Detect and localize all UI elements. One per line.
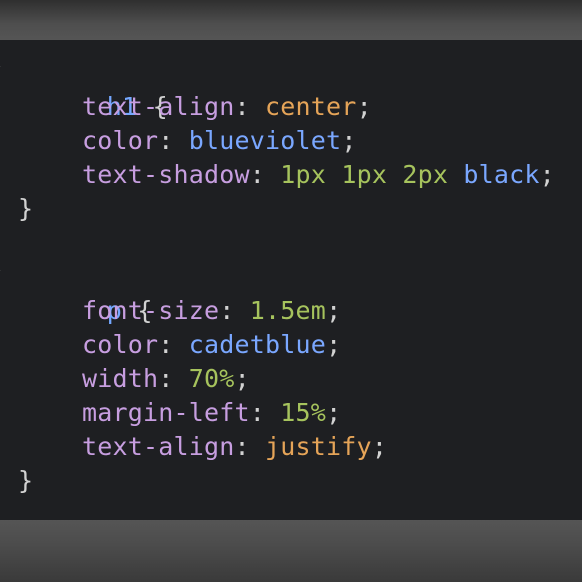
- css-property: text-shadow: [82, 160, 250, 189]
- colon: :: [158, 330, 174, 359]
- screenshot-frame: h1 { text-align: center; color: blueviol…: [0, 0, 582, 582]
- colon: :: [234, 432, 250, 461]
- fold-marker-icon: [0, 66, 7, 80]
- fold-marker-icon: [0, 270, 7, 284]
- css-property: margin-left: [82, 398, 250, 427]
- code-line-close: }: [18, 192, 33, 226]
- semicolon: ;: [341, 126, 357, 155]
- css-value: 70%: [188, 364, 235, 393]
- semicolon: ;: [326, 398, 342, 427]
- css-value: cadetblue: [188, 330, 327, 359]
- code-line-declaration: text-shadow: 1px 1px 2px black;: [82, 158, 555, 192]
- code-editor[interactable]: h1 { text-align: center; color: blueviol…: [0, 40, 582, 520]
- code-line-close: }: [18, 464, 33, 498]
- semicolon: ;: [539, 160, 555, 189]
- code-line-declaration: width: 70%;: [82, 362, 250, 396]
- css-value: center: [265, 92, 357, 121]
- code-line-declaration: font-size: 1.5em;: [82, 294, 341, 328]
- semicolon: ;: [326, 330, 342, 359]
- css-value: 15%: [280, 398, 327, 427]
- css-value: black: [463, 160, 540, 189]
- colon: :: [219, 296, 235, 325]
- css-property: color: [82, 330, 159, 359]
- colon: :: [158, 126, 174, 155]
- close-brace: }: [18, 466, 34, 495]
- code-line-declaration: color: cadetblue;: [82, 328, 341, 362]
- close-brace: }: [18, 194, 34, 223]
- code-line-declaration: color: blueviolet;: [82, 124, 357, 158]
- top-border: [0, 0, 582, 40]
- colon: :: [234, 92, 250, 121]
- code-line-h1-selector: h1 {: [0, 56, 168, 121]
- semicolon: ;: [356, 92, 372, 121]
- css-value: 1.5em: [249, 296, 327, 325]
- code-line-declaration: text-align: center;: [82, 90, 372, 124]
- colon: :: [249, 398, 266, 427]
- css-property: text-align: [82, 432, 235, 461]
- bottom-border: [0, 520, 582, 582]
- colon: :: [158, 364, 174, 393]
- css-property: font-size: [82, 296, 220, 325]
- code-line-declaration: text-align: justify;: [82, 430, 387, 464]
- css-property: width: [82, 364, 159, 393]
- css-value: 2px: [402, 160, 449, 189]
- css-value: 1px: [280, 160, 327, 189]
- css-value: 1px: [341, 160, 388, 189]
- code-line-declaration: margin-left: 15%;: [82, 396, 341, 430]
- semicolon: ;: [326, 296, 342, 325]
- colon: :: [249, 160, 266, 189]
- css-property: color: [82, 126, 159, 155]
- css-property: text-align: [82, 92, 235, 121]
- css-value: justify: [265, 432, 372, 461]
- css-value: blueviolet: [188, 126, 342, 155]
- semicolon: ;: [371, 432, 388, 461]
- code-line-p-selector: p {: [0, 260, 153, 325]
- semicolon: ;: [234, 364, 250, 393]
